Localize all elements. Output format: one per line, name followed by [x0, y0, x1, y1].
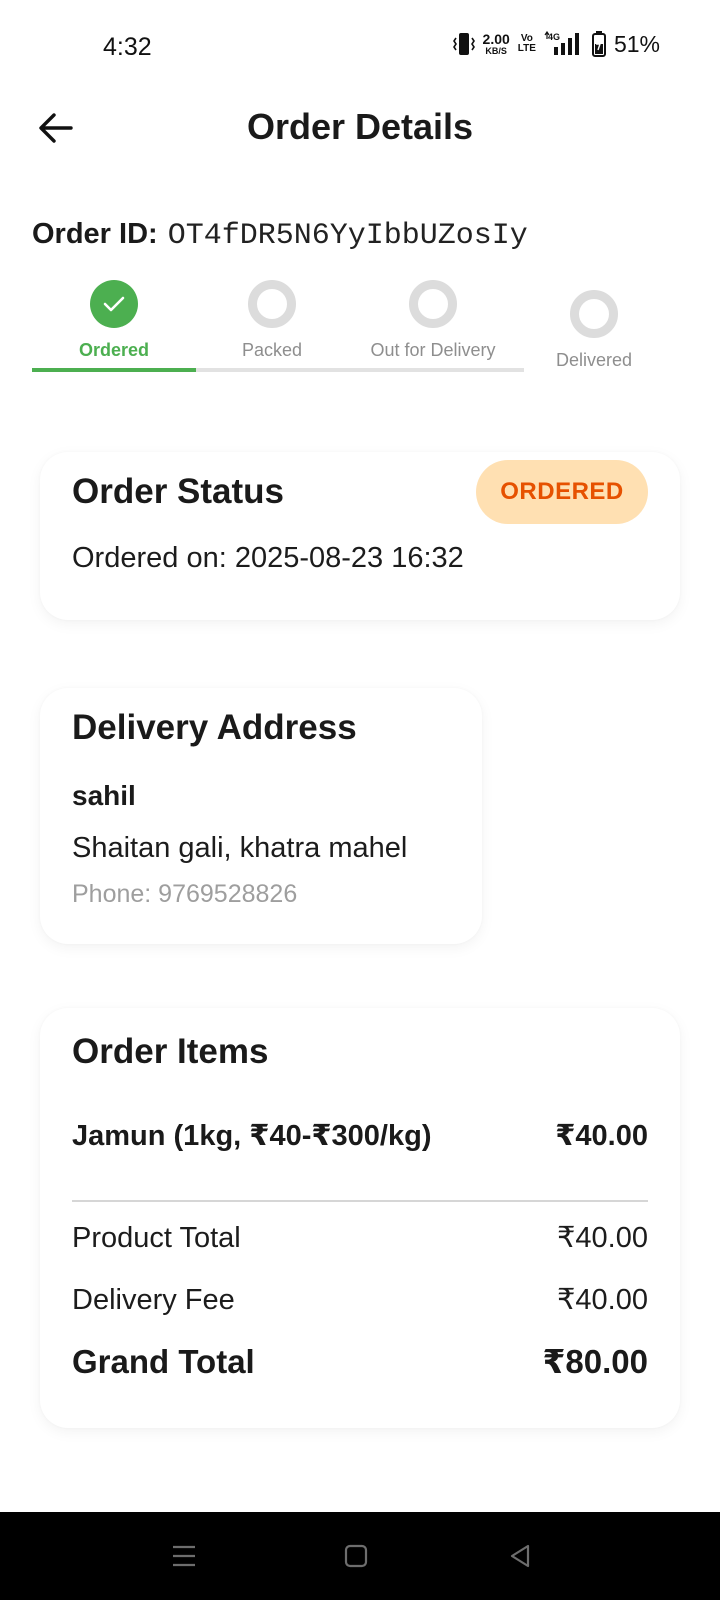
nav-back-button[interactable] — [502, 1538, 538, 1574]
grand-total-value: ₹80.00 — [542, 1343, 648, 1380]
volte-indicator: Vo LTE — [518, 34, 536, 54]
item-price: ₹40.00 — [555, 1120, 648, 1152]
status-badge: ORDERED — [476, 460, 648, 524]
network-type-label: 4G — [548, 32, 560, 42]
order-id-label: Order ID: — [32, 218, 158, 250]
battery-percent: 51% — [613, 30, 660, 57]
home-square-icon — [344, 1544, 368, 1568]
signal-icon: 4G — [544, 31, 579, 55]
step-pending-circle — [570, 290, 618, 338]
back-triangle-icon — [510, 1544, 530, 1568]
grand-total-label: Grand Total — [72, 1343, 255, 1380]
order-status-title: Order Status — [72, 472, 284, 511]
check-icon — [103, 296, 125, 312]
order-progress-stepper: Ordered Packed Out for Delivery Delivere… — [32, 280, 688, 380]
step-pending-circle — [409, 280, 457, 328]
app-header: Order Details — [0, 96, 720, 160]
recents-button[interactable] — [166, 1538, 202, 1574]
system-navigation-bar — [0, 1512, 720, 1600]
battery-charging-icon — [591, 31, 606, 57]
ordered-on-text: Ordered on: 2025-08-23 16:32 — [72, 542, 464, 574]
list-item: Jamun (1kg, ₹40-₹300/kg) ₹40.00 — [72, 1118, 648, 1153]
grand-total-row: Grand Total ₹80.00 — [72, 1342, 648, 1381]
order-id-row: Order ID: OT4fDR5N6YyIbbUZosIy — [32, 218, 528, 253]
item-name: Jamun (1kg, ₹40-₹300/kg) — [72, 1120, 432, 1152]
order-items-card: Order Items Jamun (1kg, ₹40-₹300/kg) ₹40… — [40, 1008, 680, 1428]
step-done-circle — [90, 280, 138, 328]
volte-bottom: LTE — [517, 43, 536, 54]
stepper-track — [32, 368, 524, 372]
vibrate-icon — [452, 33, 475, 55]
delivery-fee-label: Delivery Fee — [72, 1284, 235, 1316]
order-items-title: Order Items — [72, 1032, 269, 1071]
step-pending-circle — [248, 280, 296, 328]
delivery-address-title: Delivery Address — [72, 708, 357, 747]
step-label-ordered: Ordered — [78, 340, 150, 360]
net-speed-value: 2.00 — [482, 31, 510, 47]
recipient-phone: Phone: 9769528826 — [72, 880, 298, 908]
page-title: Order Details — [246, 106, 474, 147]
step-out-for-delivery: Out for Delivery — [351, 280, 515, 361]
product-total-value: ₹40.00 — [556, 1222, 648, 1254]
net-speed: 2.00 KB/S — [483, 32, 510, 56]
order-id-value: OT4fDR5N6YyIbbUZosIy — [167, 219, 528, 253]
product-total-label: Product Total — [72, 1222, 241, 1254]
delivery-address-card: Delivery Address sahil Shaitan gali, kha… — [40, 688, 482, 944]
step-label-out-for-delivery: Out for Delivery — [370, 340, 496, 360]
product-total-row: Product Total ₹40.00 — [72, 1220, 648, 1255]
menu-icon — [173, 1545, 195, 1567]
step-delivered: Delivered — [512, 290, 676, 371]
step-label-packed: Packed — [241, 340, 303, 360]
step-packed: Packed — [190, 280, 354, 361]
delivery-fee-value: ₹40.00 — [556, 1284, 648, 1316]
status-bar: 4:32 2.00 KB/S Vo LTE 4G 51% — [0, 0, 720, 96]
divider — [72, 1200, 648, 1202]
step-label-delivered: Delivered — [555, 350, 633, 370]
step-ordered: Ordered — [32, 280, 196, 361]
home-button[interactable] — [338, 1538, 374, 1574]
recipient-name: sahil — [72, 780, 136, 811]
delivery-fee-row: Delivery Fee ₹40.00 — [72, 1282, 648, 1317]
status-icons: 2.00 KB/S Vo LTE 4G 51% — [452, 30, 660, 58]
address-line: Shaitan gali, khatra mahel — [72, 832, 408, 864]
stepper-track-progress — [32, 368, 196, 372]
status-time: 4:32 — [103, 33, 152, 61]
net-speed-unit: KB/S — [485, 46, 507, 56]
order-status-card: Order Status ORDERED Ordered on: 2025-08… — [40, 452, 680, 620]
